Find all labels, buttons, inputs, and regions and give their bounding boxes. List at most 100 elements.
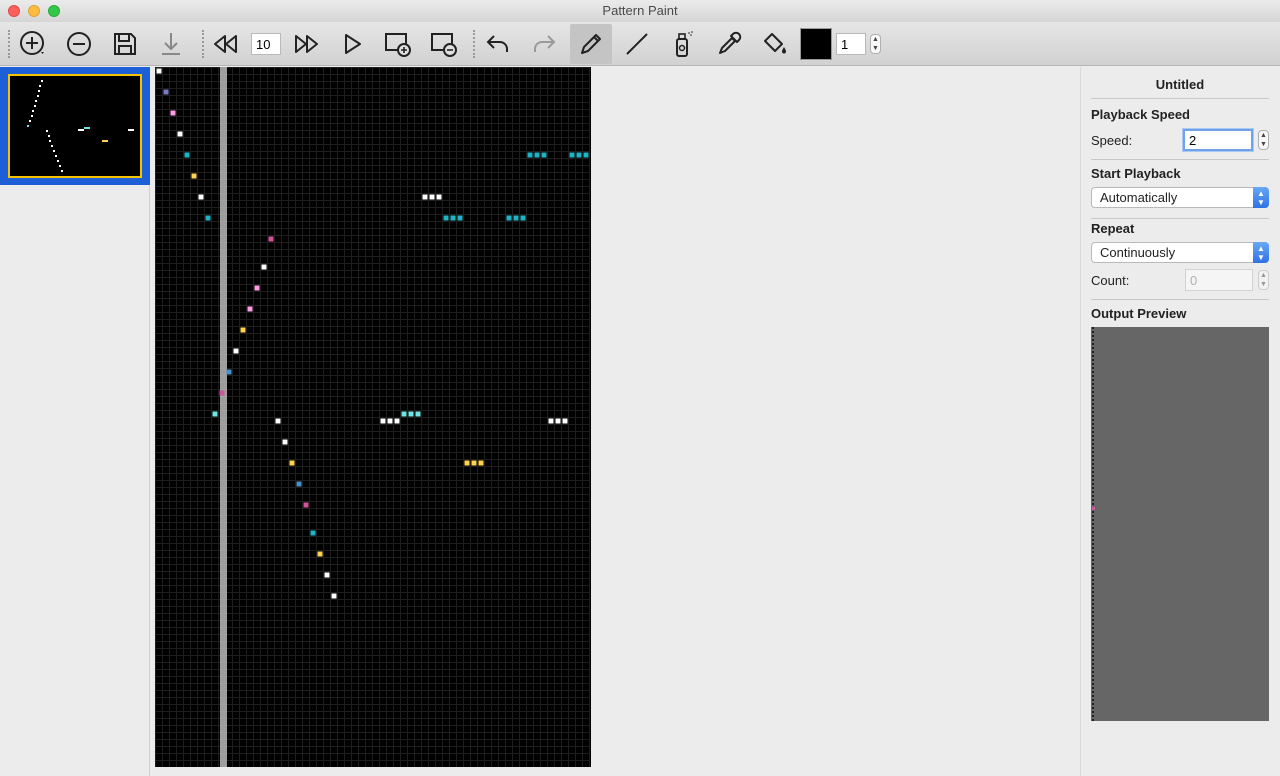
pixel-cell[interactable] [212, 411, 218, 417]
pixel-cell[interactable] [226, 369, 232, 375]
eyedropper-tool[interactable] [711, 26, 747, 62]
pixel-cell[interactable] [261, 264, 267, 270]
pencil-tool[interactable] [570, 24, 612, 64]
pixel-cell[interactable] [163, 89, 169, 95]
pixel-cell[interactable] [296, 481, 302, 487]
pixel-cell[interactable] [576, 152, 582, 158]
pixel-cell[interactable] [387, 418, 393, 424]
spray-tool[interactable] [665, 26, 701, 62]
pixel-cell[interactable] [254, 285, 260, 291]
zoom-window-button[interactable] [48, 5, 60, 17]
pixel-cell[interactable] [555, 418, 561, 424]
repeat-select[interactable]: Continuously ▲ ▼ [1091, 242, 1269, 263]
pixel-cell[interactable] [457, 215, 463, 221]
pixel-cell[interactable] [506, 215, 512, 221]
pixel-cell[interactable] [170, 110, 176, 116]
pixel-cell[interactable] [471, 460, 477, 466]
speed-input[interactable] [1183, 129, 1253, 151]
toolbar-separator [202, 30, 204, 58]
pixel-cell[interactable] [310, 530, 316, 536]
pixel-cell[interactable] [548, 418, 554, 424]
pixel-cell[interactable] [289, 460, 295, 466]
pixel-cell[interactable] [583, 152, 589, 158]
remove-layer-button[interactable] [426, 26, 462, 62]
pixel-cell[interactable] [219, 390, 225, 396]
start-playback-select[interactable]: Automatically ▲ ▼ [1091, 187, 1269, 208]
line-tool[interactable] [619, 26, 655, 62]
pixel-cell[interactable] [422, 194, 428, 200]
fill-tool[interactable] [757, 26, 793, 62]
pixel-cell[interactable] [247, 306, 253, 312]
rewind-icon [214, 35, 237, 53]
speed-stepper[interactable]: ▲ ▼ [1258, 130, 1269, 150]
save-button[interactable] [107, 26, 143, 62]
rewind-button[interactable] [207, 26, 243, 62]
close-window-button[interactable] [8, 5, 20, 17]
pixel-cell[interactable] [513, 215, 519, 221]
pixel-cell[interactable] [562, 418, 568, 424]
redo-button[interactable] [526, 26, 562, 62]
pixel-cell[interactable] [478, 460, 484, 466]
floppy-disk-icon [114, 33, 136, 55]
current-color-swatch[interactable] [800, 28, 832, 60]
frame-thumbnail-cell[interactable] [0, 67, 150, 185]
add-frame-button[interactable] [15, 26, 51, 62]
brush-size-input[interactable] [836, 33, 866, 55]
plus-circle-icon [20, 31, 44, 55]
pixel-cell[interactable] [191, 173, 197, 179]
pixel-cell[interactable] [541, 152, 547, 158]
count-stepper[interactable]: ▲ ▼ [1258, 270, 1269, 290]
pixel-cell[interactable] [268, 236, 274, 242]
pixel-cell[interactable] [534, 152, 540, 158]
pixel-cell[interactable] [436, 194, 442, 200]
pixel-cell[interactable] [324, 572, 330, 578]
pixel-cell[interactable] [520, 215, 526, 221]
pixel-cell[interactable] [401, 411, 407, 417]
pixel-cell[interactable] [303, 502, 309, 508]
pixel-cell[interactable] [282, 439, 288, 445]
pixel-grid[interactable] [155, 67, 591, 768]
pixel-cell[interactable] [177, 131, 183, 137]
pixel-cell[interactable] [464, 460, 470, 466]
pixel-cell[interactable] [394, 418, 400, 424]
pixel-cell[interactable] [205, 215, 211, 221]
undo-button[interactable] [480, 26, 516, 62]
pixel-cell[interactable] [331, 593, 337, 599]
frame-thumbnail[interactable] [8, 74, 142, 178]
play-button[interactable] [334, 26, 370, 62]
output-preview-strip [1092, 327, 1095, 721]
output-preview [1091, 327, 1269, 721]
pixel-cell[interactable] [184, 152, 190, 158]
pixel-cell[interactable] [275, 418, 281, 424]
pixel-cell[interactable] [198, 194, 204, 200]
pixel-cell[interactable] [156, 68, 162, 74]
pixel-cell[interactable] [317, 551, 323, 557]
frame-count-input[interactable] [251, 33, 281, 55]
pixel-cell[interactable] [527, 152, 533, 158]
minimize-window-button[interactable] [28, 5, 40, 17]
pixel-cell[interactable] [443, 215, 449, 221]
paint-bucket-icon [764, 33, 786, 54]
count-input[interactable] [1185, 269, 1253, 291]
chevron-updown-icon: ▲ ▼ [1253, 187, 1269, 208]
play-icon [345, 34, 361, 54]
add-layer-button[interactable] [380, 26, 416, 62]
window-title: Pattern Paint [602, 3, 678, 18]
pixel-cell[interactable] [240, 327, 246, 333]
pixel-cell[interactable] [569, 152, 575, 158]
count-label: Count: [1091, 273, 1130, 288]
fast-forward-icon [295, 35, 318, 53]
pixel-cell[interactable] [450, 215, 456, 221]
brush-size-stepper[interactable]: ▲ ▼ [870, 34, 881, 54]
remove-frame-button[interactable] [61, 26, 97, 62]
pixel-cell[interactable] [233, 348, 239, 354]
toolbar-separator [473, 30, 475, 58]
export-button[interactable] [153, 26, 189, 62]
pixel-canvas[interactable] [155, 67, 591, 768]
pixel-cell[interactable] [408, 411, 414, 417]
pixel-cell[interactable] [380, 418, 386, 424]
pixel-cell[interactable] [429, 194, 435, 200]
pixel-cell[interactable] [415, 411, 421, 417]
fast-forward-button[interactable] [289, 26, 325, 62]
playhead-column[interactable] [220, 67, 227, 767]
